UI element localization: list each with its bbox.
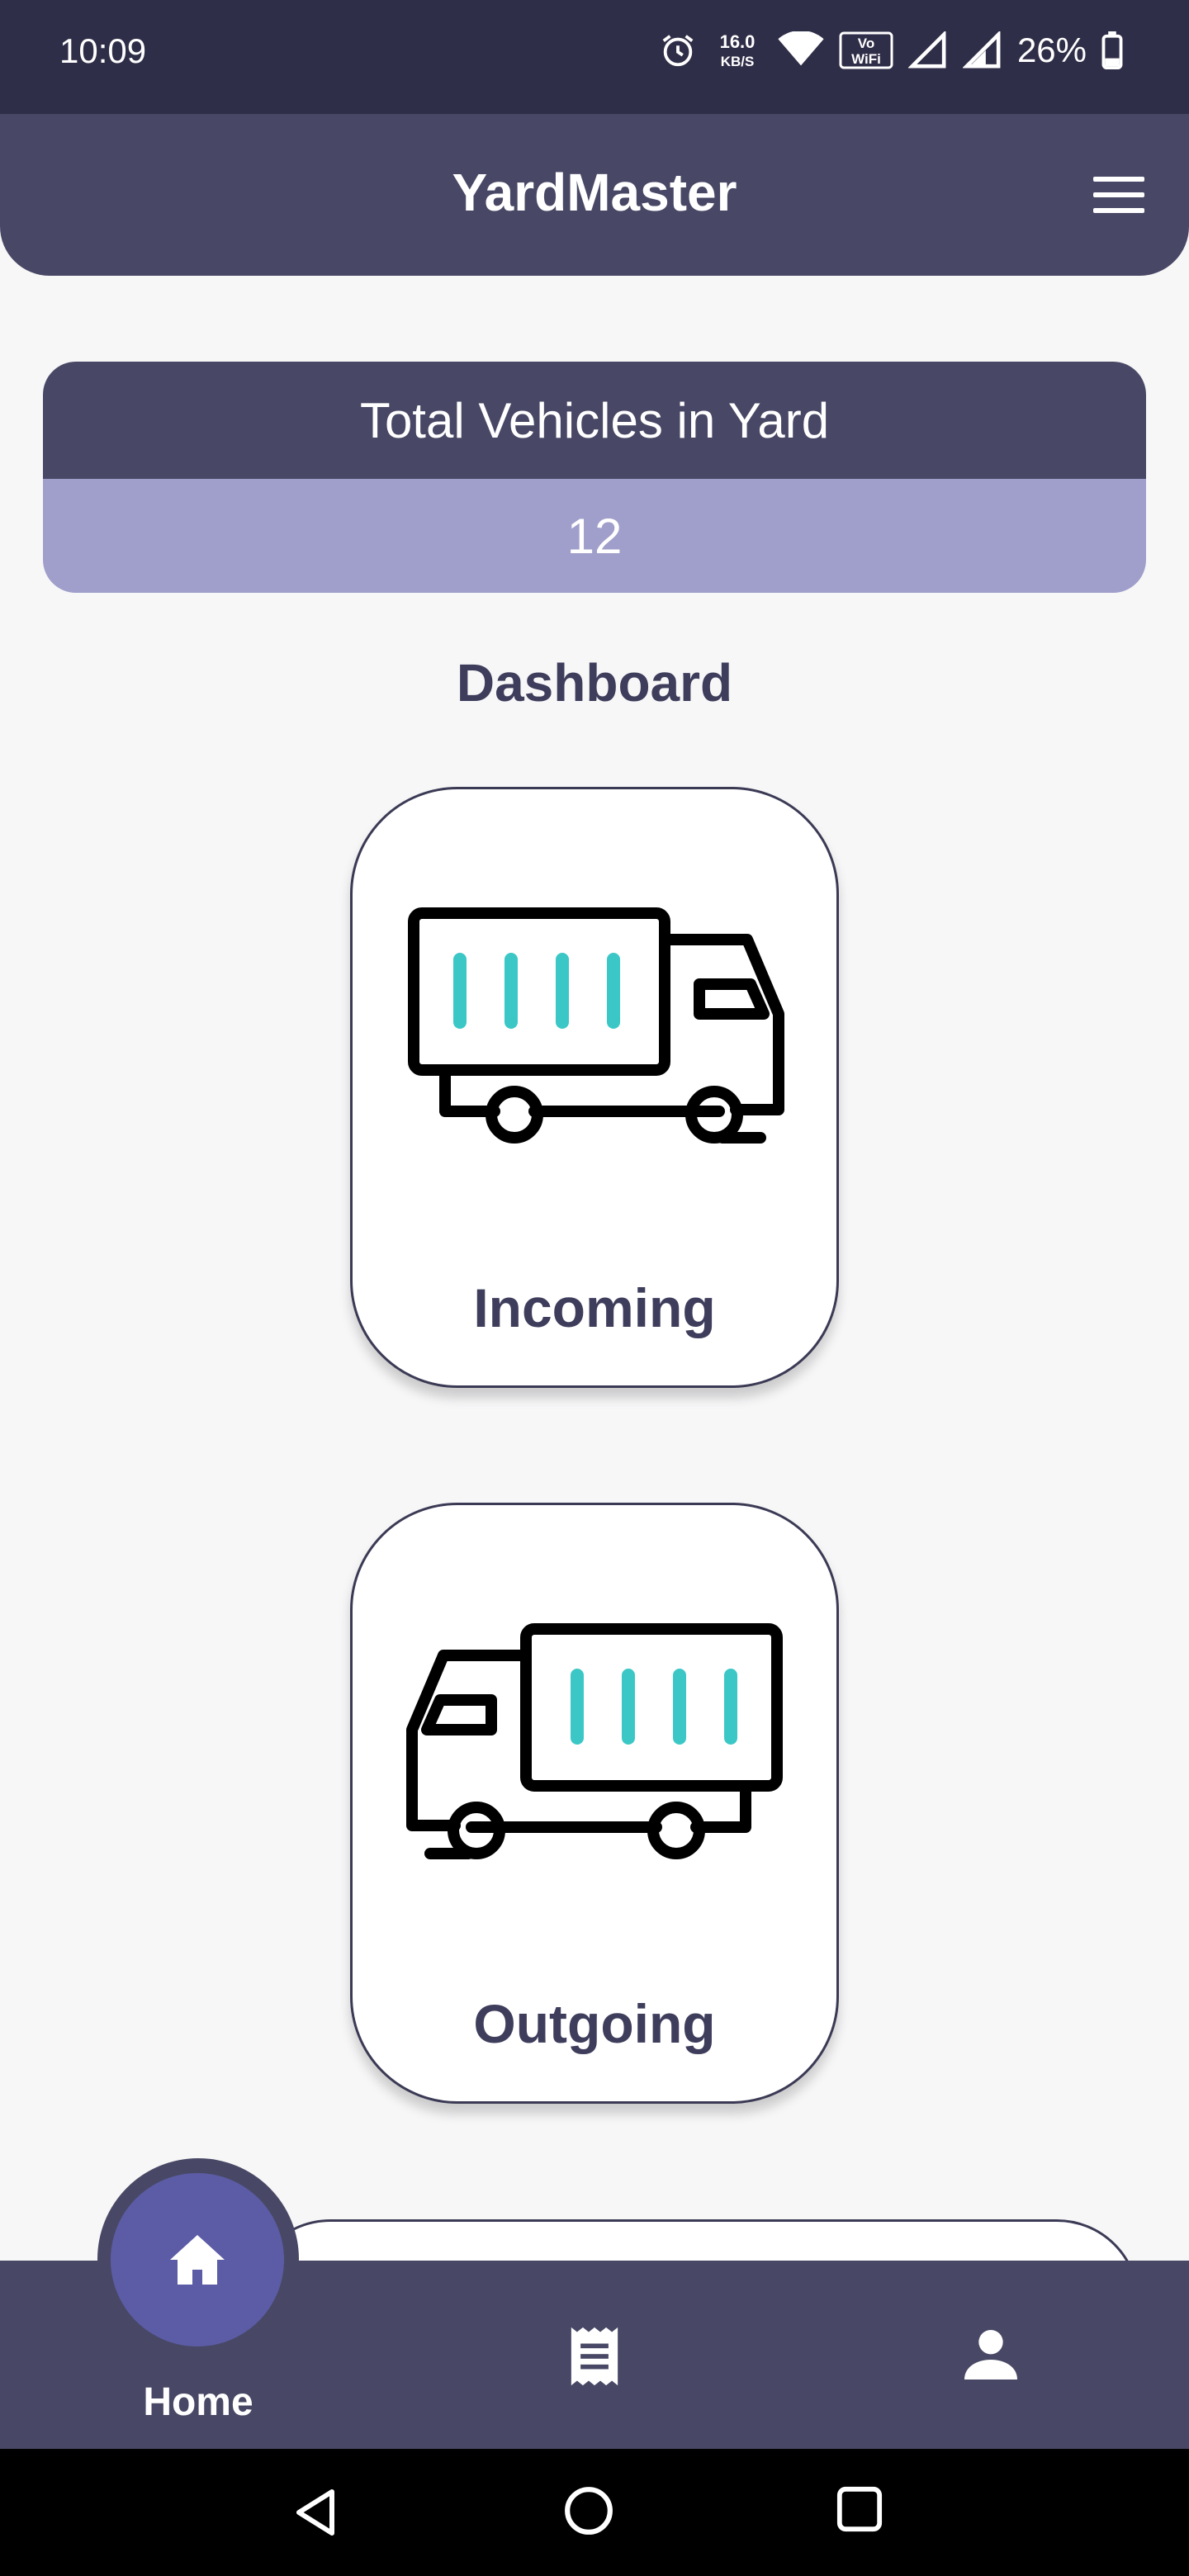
incoming-truck-icon — [408, 907, 784, 1144]
outgoing-label: Outgoing — [473, 1993, 716, 2054]
nav-home-button[interactable] — [111, 2173, 284, 2346]
battery-percent: 26% — [1016, 31, 1087, 69]
network-speed-value: 16.0 — [720, 31, 756, 52]
vowifi-bottom-text: WiFi — [851, 51, 881, 67]
status-icons: 16.0 KB/S Vo WiFi 26% — [659, 30, 1123, 71]
person-icon[interactable] — [964, 2327, 1017, 2379]
receipt-icon[interactable] — [566, 2325, 623, 2388]
system-navigation-bar — [0, 2449, 1189, 2576]
battery-icon — [1101, 31, 1123, 69]
network-speed-icon: 16.0 KB/S — [720, 31, 756, 69]
signal-icon-sim1 — [907, 31, 946, 69]
nav-home-label[interactable]: Home — [99, 2379, 297, 2425]
vowifi-top-text: Vo — [858, 36, 874, 51]
dashboard-title: Dashboard — [456, 653, 733, 713]
hamburger-menu-icon[interactable] — [1090, 172, 1148, 218]
vowifi-icon: Vo WiFi — [839, 31, 893, 69]
network-speed-unit: KB/S — [721, 54, 755, 69]
status-bar: 10:09 16.0 KB/S Vo WiFi 26% — [0, 0, 1189, 114]
home-icon — [170, 2235, 225, 2285]
total-vehicles-label: Total Vehicles in Yard — [43, 362, 1146, 479]
app-title: YardMaster — [452, 163, 737, 222]
total-vehicles-value: 12 — [43, 479, 1146, 593]
outgoing-truck-icon — [406, 1623, 783, 1859]
incoming-tile[interactable]: Incoming — [350, 787, 839, 1388]
signal-icon-sim2 — [962, 31, 1001, 69]
app-bar: YardMaster — [0, 114, 1189, 276]
outgoing-tile[interactable]: Outgoing — [350, 1503, 839, 2104]
recents-icon[interactable] — [836, 2485, 883, 2533]
incoming-label: Incoming — [473, 1277, 716, 1338]
back-icon[interactable] — [291, 2485, 340, 2540]
status-time: 10:09 — [59, 31, 147, 70]
total-vehicles-card: Total Vehicles in Yard 12 — [43, 362, 1146, 593]
wifi-icon — [778, 31, 824, 66]
home-circle-icon[interactable] — [563, 2485, 614, 2536]
alarm-icon — [662, 35, 694, 67]
